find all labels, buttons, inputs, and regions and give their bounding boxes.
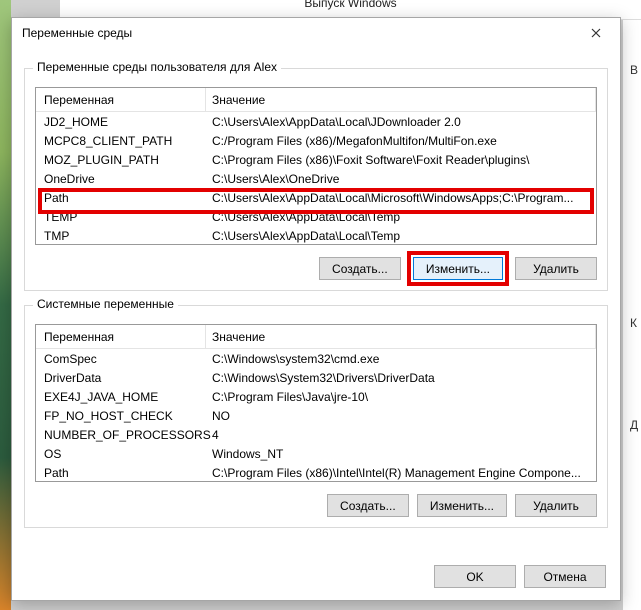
var-name: JD2_HOME (36, 115, 206, 129)
var-value: C:\Users\Alex\AppData\Local\Temp (206, 229, 596, 243)
var-value: C:\Windows\System32\Drivers\DriverData (206, 371, 596, 385)
table-row[interactable]: PathC:\Program Files (x86)\Intel\Intel(R… (36, 463, 596, 482)
var-name: TMP (36, 229, 206, 243)
var-name: EXE4J_JAVA_HOME (36, 390, 206, 404)
col-header-value[interactable]: Значение (206, 325, 596, 348)
table-row[interactable]: DriverDataC:\Windows\System32\Drivers\Dr… (36, 368, 596, 387)
cancel-button[interactable]: Отмена (524, 565, 606, 588)
user-new-button[interactable]: Создать... (319, 257, 401, 280)
var-value: C:\Users\Alex\AppData\Local\Microsoft\Wi… (206, 191, 596, 205)
table-header: Переменная Значение (36, 88, 596, 112)
var-value: C:\Program Files (x86)\Intel\Intel(R) Ma… (206, 466, 596, 480)
user-edit-button[interactable]: Изменить... (413, 257, 503, 280)
table-row[interactable]: OSWindows_NT (36, 444, 596, 463)
table-row[interactable]: ComSpecC:\Windows\system32\cmd.exe (36, 349, 596, 368)
table-row[interactable]: NUMBER_OF_PROCESSORS4 (36, 425, 596, 444)
table-row[interactable]: PathC:\Users\Alex\AppData\Local\Microsof… (36, 188, 596, 207)
dialog-title: Переменные среды (22, 26, 580, 40)
system-buttons-row: Создать... Изменить... Удалить (35, 494, 597, 517)
table-header: Переменная Значение (36, 325, 596, 349)
var-value: C:\Windows\system32\cmd.exe (206, 352, 596, 366)
var-value: 4 (206, 428, 596, 442)
system-group-label: Системные переменные (33, 297, 178, 311)
side-letter: К (630, 316, 637, 330)
ok-button[interactable]: OK (434, 565, 516, 588)
env-variables-dialog: Переменные среды Переменные среды пользо… (11, 17, 621, 601)
var-name: MOZ_PLUGIN_PATH (36, 153, 206, 167)
var-name: OS (36, 447, 206, 461)
col-header-variable[interactable]: Переменная (36, 325, 206, 348)
table-row[interactable]: TEMPC:\Users\Alex\AppData\Local\Temp (36, 207, 596, 226)
table-row[interactable]: OneDriveC:\Users\Alex\OneDrive (36, 169, 596, 188)
var-name: Path (36, 466, 206, 480)
var-name: Path (36, 191, 206, 205)
table-row[interactable]: TMPC:\Users\Alex\AppData\Local\Temp (36, 226, 596, 245)
system-new-button[interactable]: Создать... (327, 494, 409, 517)
table-row[interactable]: JD2_HOMEC:\Users\Alex\AppData\Local\JDow… (36, 112, 596, 131)
user-delete-button[interactable]: Удалить (515, 257, 597, 280)
system-edit-button[interactable]: Изменить... (417, 494, 507, 517)
table-row[interactable]: FP_NO_HOST_CHECKNO (36, 406, 596, 425)
system-variables-group: Системные переменные Переменная Значение… (24, 305, 608, 528)
user-group-label: Переменные среды пользователя для Alex (33, 60, 281, 74)
close-icon[interactable] (580, 22, 612, 44)
var-name: NUMBER_OF_PROCESSORS (36, 428, 206, 442)
var-value: C:/Program Files (x86)/MegafonMultifon/M… (206, 134, 596, 148)
user-buttons-row: Создать... Изменить... Удалить (35, 257, 597, 280)
var-value: C:\Users\Alex\AppData\Local\JDownloader … (206, 115, 596, 129)
table-row[interactable]: MCPC8_CLIENT_PATHC:/Program Files (x86)/… (36, 131, 596, 150)
var-value: C:\Program Files\Java\jre-10\ (206, 390, 596, 404)
var-value: NO (206, 409, 596, 423)
side-letter: В (630, 63, 638, 77)
user-variables-group: Переменные среды пользователя для Alex П… (24, 68, 608, 291)
col-header-variable[interactable]: Переменная (36, 88, 206, 111)
var-name: MCPC8_CLIENT_PATH (36, 134, 206, 148)
table-row[interactable]: MOZ_PLUGIN_PATHC:\Program Files (x86)\Fo… (36, 150, 596, 169)
var-value: Windows_NT (206, 447, 596, 461)
var-name: TEMP (36, 210, 206, 224)
var-name: ComSpec (36, 352, 206, 366)
parent-window-sidebar: В К Д (623, 20, 641, 610)
user-variables-table[interactable]: Переменная Значение JD2_HOMEC:\Users\Ale… (35, 87, 597, 245)
system-table-body[interactable]: ComSpecC:\Windows\system32\cmd.exe Drive… (36, 349, 596, 482)
edit-button-highlight-icon: Изменить... (407, 251, 509, 286)
system-variables-table[interactable]: Переменная Значение ComSpecC:\Windows\sy… (35, 324, 597, 482)
var-name: FP_NO_HOST_CHECK (36, 409, 206, 423)
var-value: C:\Users\Alex\AppData\Local\Temp (206, 210, 596, 224)
col-header-value[interactable]: Значение (206, 88, 596, 111)
dialog-footer: OK Отмена (434, 565, 606, 588)
var-value: C:\Users\Alex\OneDrive (206, 172, 596, 186)
system-delete-button[interactable]: Удалить (515, 494, 597, 517)
var-name: DriverData (36, 371, 206, 385)
var-value: C:\Program Files (x86)\Foxit Software\Fo… (206, 153, 596, 167)
user-table-body[interactable]: JD2_HOMEC:\Users\Alex\AppData\Local\JDow… (36, 112, 596, 245)
table-row[interactable]: EXE4J_JAVA_HOMEC:\Program Files\Java\jre… (36, 387, 596, 406)
var-name: OneDrive (36, 172, 206, 186)
background-wallpaper (0, 0, 11, 610)
dialog-titlebar[interactable]: Переменные среды (12, 18, 620, 48)
side-letter: Д (630, 418, 638, 432)
